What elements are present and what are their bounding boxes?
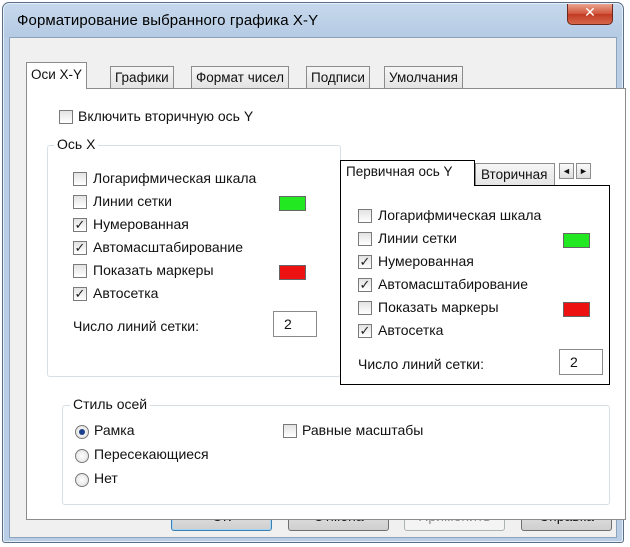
x-markers-checkbox[interactable]: [73, 264, 87, 278]
x-autogrid-label: Автосетка: [93, 285, 159, 301]
y-numbered-label: Нумерованная: [378, 253, 474, 269]
check-icon: ✓: [359, 323, 371, 338]
x-grid-lines-checkbox[interactable]: [73, 195, 87, 209]
check-icon: ✓: [359, 277, 371, 292]
tab-graphs[interactable]: Графики: [110, 66, 174, 88]
radio-none-label: Нет: [94, 470, 118, 486]
close-button[interactable]: ✕: [567, 4, 613, 25]
y-numbered-checkbox[interactable]: ✓: [358, 255, 372, 269]
y-grid-count-input[interactable]: 2: [559, 349, 603, 375]
radio-none[interactable]: [75, 473, 89, 487]
equal-scales-label: Равные масштабы: [302, 422, 424, 438]
x-numbered-label: Нумерованная: [93, 216, 189, 232]
x-grid-lines-label: Линии сетки: [93, 193, 172, 209]
x-autoscale-label: Автомасштабирование: [93, 239, 244, 255]
close-icon: ✕: [584, 5, 596, 21]
scroll-left-icon[interactable]: ◄: [559, 163, 574, 179]
y-autogrid-checkbox[interactable]: ✓: [358, 324, 372, 338]
dialog-client-area: Оси X-Y Графики Формат чисел Подписи Умо…: [9, 37, 626, 538]
y-grid-color-swatch[interactable]: [563, 233, 590, 248]
check-icon: ✓: [74, 217, 86, 232]
primary-y-panel: Логарифмическая шкала Линии сетки ✓ Нуме…: [340, 185, 610, 385]
radio-crossing[interactable]: [75, 449, 89, 463]
check-icon: ✓: [359, 254, 371, 269]
x-grid-count-input[interactable]: 2: [273, 311, 317, 337]
y-grid-count-label: Число линий сетки:: [358, 356, 484, 372]
radio-frame-label: Рамка: [94, 422, 135, 438]
axis-style-legend: Стиль осей: [70, 396, 151, 412]
y-grid-lines-label: Линии сетки: [378, 230, 457, 246]
dialog-window: Форматирование выбранного графика X-Y ✕ …: [2, 2, 626, 543]
x-grid-count-label: Число линий сетки:: [73, 318, 199, 334]
secondary-y-checkbox[interactable]: [59, 110, 73, 124]
axis-x-legend: Ось X: [54, 136, 99, 152]
x-marker-color-swatch[interactable]: [279, 265, 306, 280]
x-markers-label: Показать маркеры: [93, 262, 214, 278]
y-autogrid-label: Автосетка: [378, 322, 444, 338]
y-log-scale-label: Логарифмическая шкала: [378, 207, 542, 223]
tab-secondary-y[interactable]: Вторичная: [475, 163, 555, 187]
tab-axes-xy[interactable]: Оси X-Y: [26, 62, 88, 89]
check-icon: ✓: [74, 286, 86, 301]
tab-labels[interactable]: Подписи: [306, 66, 370, 88]
radio-crossing-label: Пересекающиеся: [94, 446, 209, 462]
x-log-scale-label: Логарифмическая шкала: [93, 170, 257, 186]
tab-defaults[interactable]: Умолчания: [384, 66, 463, 88]
tab-page-axes: Включить вторичную ось Y Ось X Логарифми…: [26, 88, 626, 520]
x-log-scale-checkbox[interactable]: [73, 172, 87, 186]
x-grid-color-swatch[interactable]: [279, 196, 306, 211]
y-log-scale-checkbox[interactable]: [358, 209, 372, 223]
scroll-right-icon[interactable]: ►: [576, 163, 591, 179]
y-autoscale-label: Автомасштабирование: [378, 276, 529, 292]
y-marker-color-swatch[interactable]: [563, 302, 590, 317]
y-markers-label: Показать маркеры: [378, 299, 499, 315]
x-autoscale-checkbox[interactable]: ✓: [73, 241, 87, 255]
y-grid-lines-checkbox[interactable]: [358, 232, 372, 246]
check-icon: ✓: [74, 240, 86, 255]
equal-scales-checkbox[interactable]: [283, 424, 297, 438]
radio-frame[interactable]: [75, 425, 89, 439]
radio-selected-dot: [79, 429, 85, 435]
window-title: Форматирование выбранного графика X-Y: [17, 12, 319, 29]
y-markers-checkbox[interactable]: [358, 301, 372, 315]
tab-number-format[interactable]: Формат чисел: [191, 66, 289, 88]
x-autogrid-checkbox[interactable]: ✓: [73, 287, 87, 301]
secondary-y-label: Включить вторичную ось Y: [78, 108, 254, 124]
y-autoscale-checkbox[interactable]: ✓: [358, 278, 372, 292]
x-numbered-checkbox[interactable]: ✓: [73, 218, 87, 232]
tab-primary-y[interactable]: Первичная ось Y: [340, 160, 475, 186]
